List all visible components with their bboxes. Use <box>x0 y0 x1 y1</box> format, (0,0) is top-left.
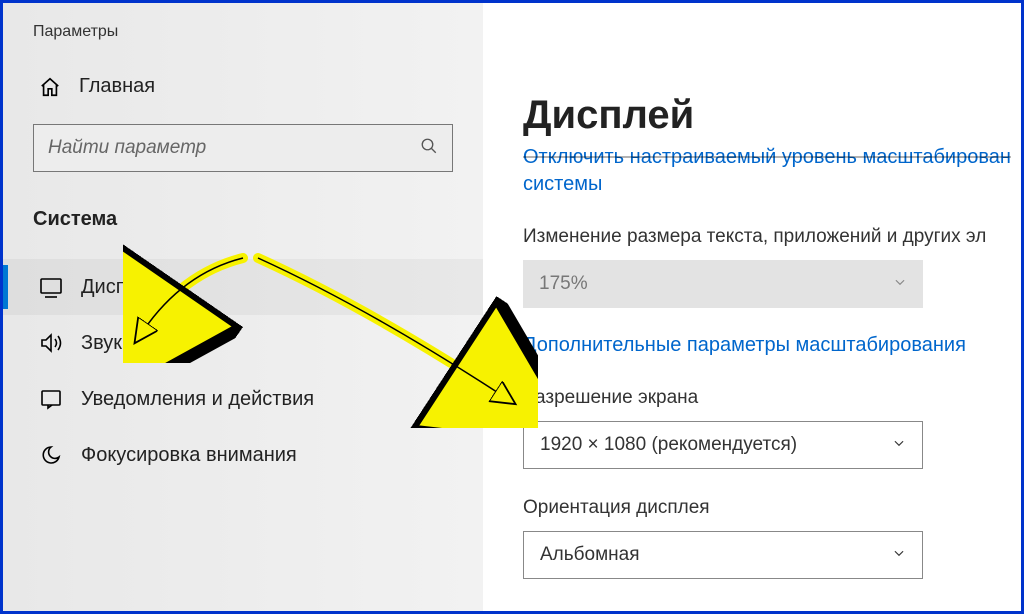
monitor-icon <box>39 275 63 299</box>
home-nav[interactable]: Главная <box>3 61 483 124</box>
label-orientation: Ориентация дисплея <box>523 497 1021 519</box>
category-label: Система <box>3 202 483 259</box>
sound-icon <box>39 331 63 355</box>
sidebar-item-label: Звук <box>81 332 122 355</box>
link-disable-custom-scaling[interactable]: Отключить настраиваемый уровень масштаби… <box>523 144 1021 171</box>
chevron-down-icon <box>893 273 907 295</box>
search-input[interactable] <box>48 137 420 159</box>
sidebar-item-label: Фокусировка внимания <box>81 444 297 467</box>
sidebar-item-display[interactable]: Дисплей <box>3 259 483 315</box>
orientation-value: Альбомная <box>540 544 640 566</box>
window-title: Параметры <box>3 11 483 61</box>
sidebar-item-notifications[interactable]: Уведомления и действия <box>3 371 483 427</box>
sidebar-item-label: Уведомления и действия <box>81 388 314 411</box>
sidebar-item-focus[interactable]: Фокусировка внимания <box>3 427 483 483</box>
resolution-value: 1920 × 1080 (рекомендуется) <box>540 434 797 456</box>
sidebar-item-label: Дисплей <box>81 276 161 299</box>
settings-sidebar: Параметры Главная Система <box>3 3 483 611</box>
resolution-dropdown[interactable]: 1920 × 1080 (рекомендуется) <box>523 421 923 469</box>
page-title: Дисплей <box>523 93 1021 138</box>
link-disable-custom-scaling-line2[interactable]: системы <box>523 171 1021 198</box>
main-panel: Дисплей Отключить настраиваемый уровень … <box>483 3 1021 611</box>
home-icon <box>39 76 61 98</box>
home-label: Главная <box>79 75 155 98</box>
label-resolution: Разрешение экрана <box>523 387 1021 409</box>
scale-dropdown[interactable]: 175% <box>523 260 923 308</box>
notifications-icon <box>39 387 63 411</box>
focus-icon <box>39 443 63 467</box>
chevron-down-icon <box>892 434 906 456</box>
chevron-down-icon <box>892 544 906 566</box>
orientation-dropdown[interactable]: Альбомная <box>523 531 923 579</box>
label-text-size: Изменение размера текста, приложений и д… <box>523 226 1021 248</box>
link-advanced-scaling[interactable]: Дополнительные параметры масштабирования <box>523 332 1021 359</box>
sidebar-item-sound[interactable]: Звук <box>3 315 483 371</box>
search-icon <box>420 137 438 160</box>
search-input-container[interactable] <box>33 124 453 172</box>
scale-value: 175% <box>539 273 588 295</box>
